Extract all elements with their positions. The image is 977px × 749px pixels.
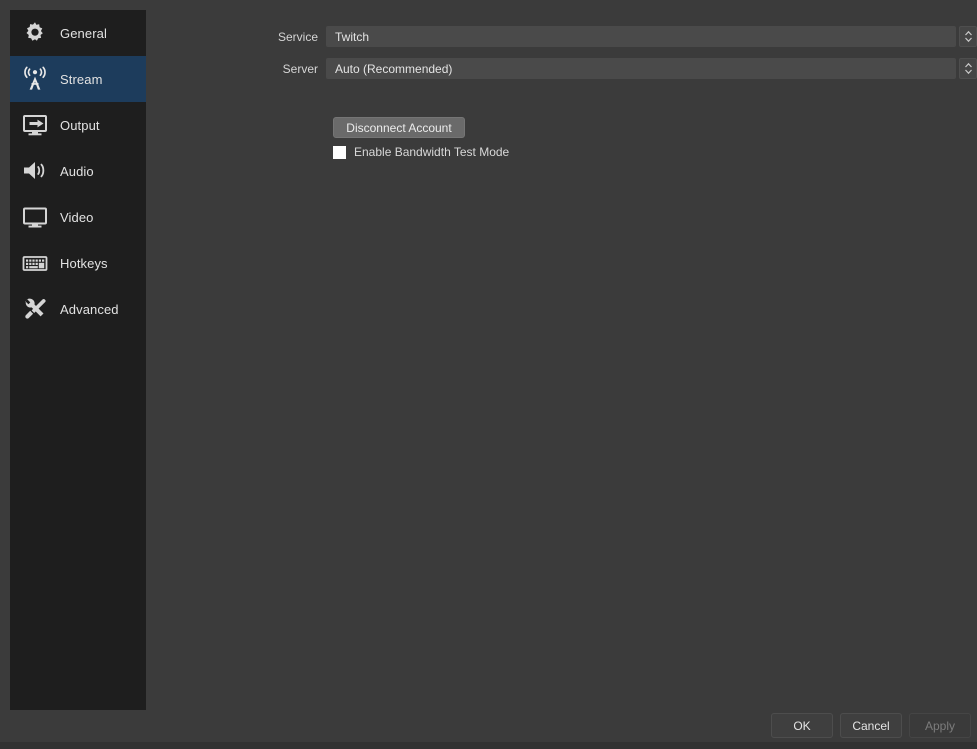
tools-icon (18, 292, 52, 326)
service-combobox[interactable]: Twitch (326, 26, 977, 47)
monitor-icon (18, 200, 52, 234)
ok-button[interactable]: OK (771, 713, 833, 738)
sidebar-item-advanced[interactable]: Advanced (10, 286, 146, 332)
cancel-button[interactable]: Cancel (840, 713, 902, 738)
sidebar-item-video[interactable]: Video (10, 194, 146, 240)
sidebar-item-label: General (60, 25, 107, 41)
dialog-button-bar: OK Cancel Apply (771, 713, 971, 738)
stream-settings-panel: Service Twitch Server Auto (Recommended)… (156, 0, 977, 749)
service-spinner-icon[interactable] (959, 26, 977, 47)
sidebar-item-hotkeys[interactable]: Hotkeys (10, 240, 146, 286)
sidebar-item-label: Stream (60, 71, 103, 87)
sidebar-item-label: Output (60, 117, 100, 133)
server-value[interactable]: Auto (Recommended) (326, 58, 956, 79)
sidebar-item-label: Hotkeys (60, 255, 108, 271)
monitor-arrow-icon (18, 108, 52, 142)
sidebar-item-general[interactable]: General (10, 10, 146, 56)
server-spinner-icon[interactable] (959, 58, 977, 79)
settings-sidebar: General Stream Output Audio Video Hotkey… (10, 10, 146, 710)
sidebar-item-output[interactable]: Output (10, 102, 146, 148)
service-value[interactable]: Twitch (326, 26, 956, 47)
service-label: Service (277, 29, 318, 44)
server-label: Server (282, 61, 318, 76)
disconnect-account-button[interactable]: Disconnect Account (333, 117, 465, 138)
sidebar-item-audio[interactable]: Audio (10, 148, 146, 194)
sidebar-item-label: Audio (60, 163, 94, 179)
sidebar-item-label: Advanced (60, 301, 119, 317)
window-bottom-edge (0, 742, 977, 749)
sidebar-item-stream[interactable]: Stream (10, 56, 146, 102)
bandwidth-test-checkbox-row[interactable]: Enable Bandwidth Test Mode (333, 145, 509, 159)
apply-button: Apply (909, 713, 971, 738)
bandwidth-test-checkbox[interactable] (333, 145, 346, 159)
gear-icon (18, 16, 52, 50)
speaker-icon (18, 154, 52, 188)
bandwidth-test-label: Enable Bandwidth Test Mode (354, 145, 510, 159)
sidebar-item-label: Video (60, 209, 94, 225)
service-row: Service Twitch (156, 26, 977, 47)
antenna-icon (18, 62, 52, 96)
server-combobox[interactable]: Auto (Recommended) (326, 58, 977, 79)
server-row: Server Auto (Recommended) (156, 58, 977, 79)
keyboard-icon (18, 246, 52, 280)
